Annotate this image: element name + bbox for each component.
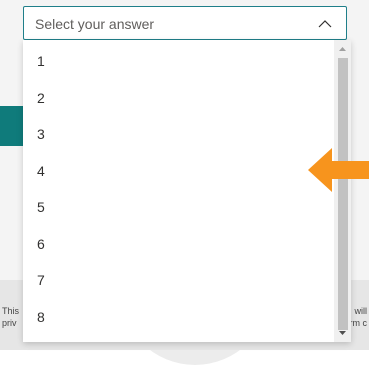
footer-text-line1-start: This	[2, 306, 20, 316]
option-4[interactable]: 4	[23, 152, 333, 188]
scrollbar-thumb[interactable]	[338, 58, 348, 330]
scroll-up-arrow-icon[interactable]	[334, 42, 351, 56]
chevron-up-icon	[318, 20, 332, 28]
option-label: 8	[37, 309, 45, 325]
submit-button-partial[interactable]	[0, 106, 24, 146]
orange-arrow-left-icon	[308, 148, 369, 192]
option-6[interactable]: 6	[23, 225, 333, 261]
footer-text-line2-start: priv	[2, 318, 17, 328]
option-1[interactable]: 1	[23, 42, 333, 78]
answer-dropdown[interactable]: Select your answer	[23, 6, 347, 40]
option-3[interactable]: 3	[23, 115, 333, 151]
footer-text-line1-end: will	[354, 306, 368, 316]
dropdown-options-list[interactable]: 1 2 3 4 5 6 7 8	[23, 40, 351, 342]
option-label: 3	[37, 126, 45, 142]
dropdown-placeholder: Select your answer	[35, 16, 155, 32]
option-label: 1	[37, 53, 45, 69]
option-8[interactable]: 8	[23, 298, 333, 334]
scroll-down-arrow-icon[interactable]	[334, 326, 351, 340]
option-label: 7	[37, 272, 45, 288]
option-5[interactable]: 5	[23, 188, 333, 224]
footer-text-line2-end: rm c	[349, 318, 368, 328]
option-label: 4	[37, 163, 45, 179]
option-2[interactable]: 2	[23, 79, 333, 115]
option-label: 6	[37, 236, 45, 252]
option-label: 5	[37, 199, 45, 215]
option-label: 2	[37, 90, 45, 106]
option-7[interactable]: 7	[23, 261, 333, 297]
